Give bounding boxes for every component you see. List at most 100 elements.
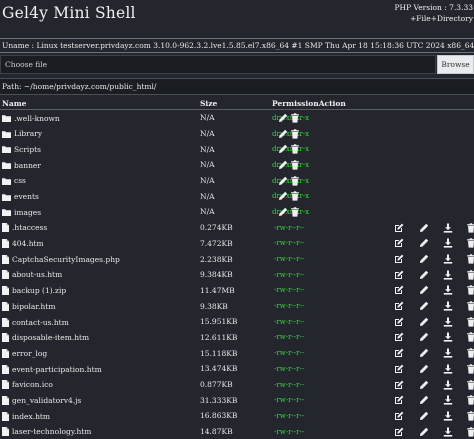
permission-value[interactable]: -rw-r--r-- <box>272 381 304 389</box>
rename-icon[interactable] <box>419 301 429 311</box>
rename-icon[interactable] <box>278 191 288 201</box>
trash-icon[interactable] <box>290 160 300 170</box>
rename-icon[interactable] <box>419 285 429 295</box>
edit-icon[interactable] <box>394 238 404 248</box>
rename-icon[interactable] <box>278 129 288 139</box>
rename-icon[interactable] <box>419 254 429 264</box>
file-link[interactable]: index.htm <box>12 412 50 421</box>
rename-icon[interactable] <box>419 395 429 405</box>
file-link[interactable]: gen_validatorv4.js <box>12 396 81 405</box>
rename-icon[interactable] <box>278 113 288 123</box>
rename-icon[interactable] <box>419 411 429 421</box>
directory-link[interactable]: banner <box>14 161 41 170</box>
edit-icon[interactable] <box>394 301 404 311</box>
directory-link[interactable]: images <box>14 208 41 217</box>
file-link[interactable]: error_log <box>12 349 47 358</box>
permission-cell[interactable]: -rw-r--r-- <box>272 345 388 361</box>
permission-cell[interactable]: -rw-r--r-- <box>272 392 388 408</box>
download-icon[interactable] <box>443 395 453 405</box>
file-input[interactable]: Choose file <box>0 55 436 74</box>
file-link[interactable]: bipolar.htm <box>12 302 56 311</box>
edit-icon[interactable] <box>394 270 404 280</box>
download-icon[interactable] <box>443 364 453 374</box>
permission-value[interactable]: -rw-r--r-- <box>272 239 304 247</box>
permission-cell[interactable]: -rw-r--r-- <box>272 298 388 314</box>
rename-icon[interactable] <box>278 160 288 170</box>
edit-icon[interactable] <box>394 364 404 374</box>
download-icon[interactable] <box>443 427 453 437</box>
rename-icon[interactable] <box>419 364 429 374</box>
permission-cell[interactable]: -rw-r--r-- <box>272 236 388 252</box>
file-link[interactable]: event-participation.htm <box>12 365 102 374</box>
edit-icon[interactable] <box>394 254 404 264</box>
permission-cell[interactable]: -rw-r--r-- <box>272 220 388 236</box>
rename-icon[interactable] <box>419 380 429 390</box>
rename-icon[interactable] <box>278 207 288 217</box>
edit-icon[interactable] <box>394 427 404 437</box>
permission-value[interactable]: -rw-r--r-- <box>272 224 304 232</box>
directory-link[interactable]: css <box>14 176 26 185</box>
new-file-directory-link[interactable]: +File+Directory <box>394 13 473 24</box>
download-icon[interactable] <box>443 270 453 280</box>
rename-icon[interactable] <box>419 332 429 342</box>
edit-icon[interactable] <box>394 285 404 295</box>
trash-icon[interactable] <box>290 175 300 186</box>
directory-link[interactable]: Scripts <box>14 145 41 154</box>
permission-cell[interactable]: -rw-r--r-- <box>272 330 388 346</box>
edit-icon[interactable] <box>394 395 404 405</box>
trash-icon[interactable] <box>466 379 474 390</box>
permission-cell[interactable]: -rw-r--r-- <box>272 424 388 439</box>
trash-icon[interactable] <box>466 411 474 421</box>
trash-icon[interactable] <box>466 395 474 405</box>
edit-icon[interactable] <box>394 348 404 358</box>
permission-cell[interactable]: -rw-r--r-- <box>272 408 388 424</box>
trash-icon[interactable] <box>466 254 474 264</box>
file-link[interactable]: about-us.htm <box>12 270 62 279</box>
permission-value[interactable]: -rw-r--r-- <box>272 271 304 279</box>
download-icon[interactable] <box>443 223 453 233</box>
trash-icon[interactable] <box>290 113 300 123</box>
directory-link[interactable]: .well-known <box>14 114 60 123</box>
permission-cell[interactable]: -rw-r--r-- <box>272 251 388 267</box>
download-icon[interactable] <box>443 238 453 248</box>
trash-icon[interactable] <box>466 426 474 437</box>
download-icon[interactable] <box>443 348 453 358</box>
file-link[interactable]: backup (1).zip <box>12 286 66 295</box>
trash-icon[interactable] <box>466 238 474 248</box>
permission-value[interactable]: -rw-r--r-- <box>272 412 304 420</box>
edit-icon[interactable] <box>394 332 404 342</box>
trash-icon[interactable] <box>466 301 474 311</box>
download-icon[interactable] <box>443 411 453 421</box>
permission-value[interactable]: -rw-r--r-- <box>272 428 304 436</box>
directory-link[interactable]: events <box>14 192 39 201</box>
permission-cell[interactable]: -rw-r--r-- <box>272 314 388 330</box>
trash-icon[interactable] <box>290 128 300 139</box>
edit-icon[interactable] <box>394 317 404 327</box>
trash-icon[interactable] <box>466 364 474 374</box>
download-icon[interactable] <box>443 332 453 343</box>
trash-icon[interactable] <box>290 144 300 154</box>
trash-icon[interactable] <box>466 285 474 296</box>
permission-cell[interactable]: -rw-r--r-- <box>272 283 388 299</box>
rename-icon[interactable] <box>419 270 429 280</box>
trash-icon[interactable] <box>466 348 474 358</box>
download-icon[interactable] <box>443 254 453 264</box>
file-link[interactable]: 404.htm <box>12 239 44 248</box>
rename-icon[interactable] <box>419 317 429 327</box>
permission-value[interactable]: -rw-r--r-- <box>272 302 304 310</box>
rename-icon[interactable] <box>419 348 429 358</box>
rename-icon[interactable] <box>278 144 288 154</box>
download-icon[interactable] <box>443 301 453 311</box>
file-link[interactable]: disposable-item.htm <box>12 333 89 342</box>
download-icon[interactable] <box>443 317 453 327</box>
permission-value[interactable]: -rw-r--r-- <box>272 333 304 341</box>
trash-icon[interactable] <box>466 317 474 327</box>
edit-icon[interactable] <box>394 380 404 390</box>
permission-value[interactable]: -rw-r--r-- <box>272 255 304 263</box>
permission-value[interactable]: -rw-r--r-- <box>272 349 304 357</box>
permission-cell[interactable]: -rw-r--r-- <box>272 377 388 393</box>
file-link[interactable]: laser-technology.htm <box>12 427 91 436</box>
permission-cell[interactable]: -rw-r--r-- <box>272 267 388 283</box>
trash-icon[interactable] <box>466 332 474 343</box>
directory-link[interactable]: Library <box>14 129 42 138</box>
